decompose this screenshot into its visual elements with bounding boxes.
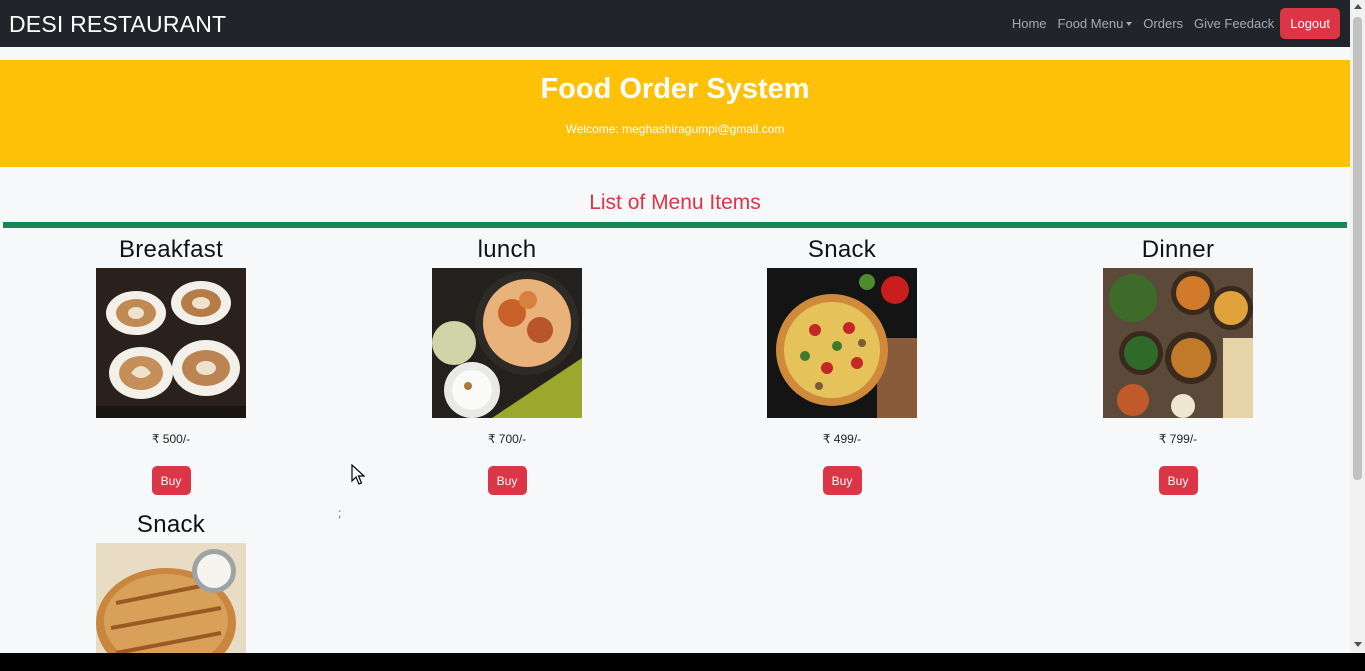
menu-item-price: ₹ 799/- (1158, 432, 1198, 446)
nav-give-feedback[interactable]: Give Feedack (1194, 16, 1274, 31)
menu-item-name: Breakfast (118, 236, 224, 263)
nav-food-menu-label: Food Menu (1057, 16, 1124, 31)
stray-text: ; (338, 506, 342, 520)
menu-item-name: lunch (477, 236, 537, 263)
buy-button[interactable]: Buy (1158, 466, 1198, 495)
menu-card-dinner: Dinner ₹ 799/- Buy (1010, 234, 1346, 495)
menu-item-price: ₹ 499/- (822, 432, 862, 446)
garlic-bread-image (96, 543, 246, 653)
brand-title[interactable]: DESI RESTAURANT (9, 11, 226, 38)
menu-item-price: ₹ 500/- (151, 432, 191, 446)
page-title: Food Order System (540, 73, 810, 105)
navbar: DESI RESTAURANT Home Food Menu Orders Gi… (0, 0, 1350, 47)
coffee-cups-image (96, 268, 246, 418)
mouse-cursor-icon (351, 464, 365, 485)
section-title: List of Menu Items (589, 191, 761, 214)
biryani-image (432, 268, 582, 418)
buy-button[interactable]: Buy (487, 466, 527, 495)
logout-button[interactable]: Logout (1280, 8, 1340, 39)
page: DESI RESTAURANT Home Food Menu Orders Gi… (0, 0, 1350, 653)
nav-food-menu[interactable]: Food Menu (1058, 16, 1133, 31)
buy-button[interactable]: Buy (151, 466, 191, 495)
menu-card-breakfast: Breakfast ₹ 500/- Buy (3, 234, 339, 495)
menu-item-price: ₹ 700/- (487, 432, 527, 446)
hero-banner: Food Order System Welcome: meghashiragum… (0, 60, 1350, 167)
menu-item-name: Snack (807, 236, 877, 263)
menu-card-lunch: lunch ₹ 700/- Buy (339, 234, 675, 495)
menu-card-snack-2: Snack (3, 509, 339, 653)
nav-links: Home Food Menu Orders Give Feedack Logou… (1001, 8, 1340, 39)
buy-button[interactable]: Buy (822, 466, 862, 495)
nav-home[interactable]: Home (1012, 16, 1047, 31)
scroll-down-icon[interactable] (1354, 642, 1362, 647)
scroll-up-icon[interactable] (1354, 4, 1362, 9)
menu-item-name: Dinner (1141, 236, 1215, 263)
pizza-image (767, 268, 917, 418)
welcome-text: Welcome: meghashiragumpi@gmail.com (565, 122, 785, 136)
chevron-down-icon (1126, 22, 1133, 26)
nav-orders[interactable]: Orders (1143, 16, 1183, 31)
thali-image (1103, 268, 1253, 418)
vertical-scrollbar[interactable] (1350, 0, 1365, 653)
section-divider (3, 222, 1347, 228)
menu-card-snack: Snack ₹ 499/- Buy (674, 234, 1010, 495)
scroll-thumb[interactable] (1353, 17, 1362, 480)
menu-item-name: Snack (136, 511, 206, 538)
